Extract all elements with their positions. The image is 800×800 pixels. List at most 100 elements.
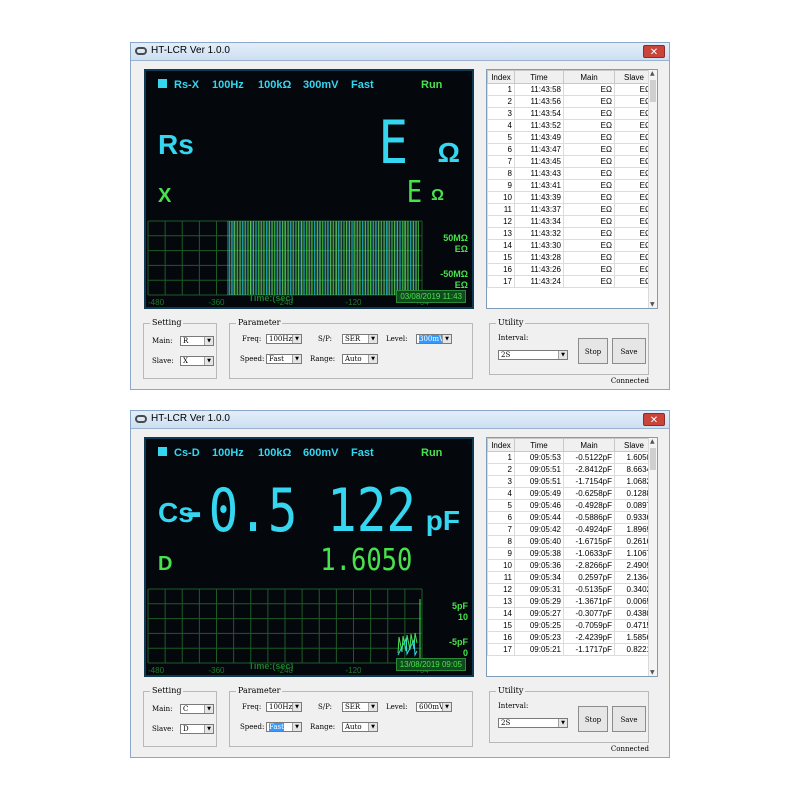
header-time[interactable]: Time (514, 438, 564, 452)
save-button[interactable]: Save (612, 706, 646, 732)
table-row[interactable]: 6 11:43:47 EΩ EΩ (487, 143, 654, 156)
table-scrollbar[interactable]: ▲ ▼ (648, 438, 657, 676)
table-row[interactable]: 16 11:43:26 EΩ EΩ (487, 263, 654, 276)
table-row[interactable]: 10 11:43:39 EΩ EΩ (487, 191, 654, 204)
table-row[interactable]: 12 11:43:34 EΩ EΩ (487, 215, 654, 228)
cell-time: 11:43:43 (514, 167, 564, 180)
table-row[interactable]: 7 09:05:42 -0.4924pF 1.8969 (487, 523, 654, 536)
data-table[interactable]: Index Time Main Slave 1 11:43:58 EΩ EΩ 2 11:4… (486, 69, 658, 309)
table-row[interactable]: 13 11:43:32 EΩ EΩ (487, 227, 654, 240)
cell-index: 1 (487, 83, 515, 96)
level-select[interactable]: 600mV ▼ (416, 702, 452, 712)
scroll-thumb[interactable] (650, 80, 656, 102)
scroll-up-icon[interactable]: ▲ (650, 70, 655, 77)
cell-main: EΩ (563, 167, 615, 180)
table-header-row: Index Time Main Slave (487, 70, 654, 84)
table-row[interactable]: 5 09:05:46 -0.4928pF 0.0897 (487, 499, 654, 512)
header-index[interactable]: Index (487, 438, 515, 452)
table-row[interactable]: 15 09:05:25 -0.7059pF 0.4715 (487, 619, 654, 632)
header-index[interactable]: Index (487, 70, 515, 84)
stop-button[interactable]: Stop (578, 706, 608, 732)
sp-select[interactable]: SER ▼ (342, 702, 378, 712)
level-select[interactable]: 300mV ▼ (416, 334, 452, 344)
speed-select[interactable]: Fast ▼ (266, 354, 302, 364)
table-row[interactable]: 12 09:05:31 -0.5135pF 0.3402 (487, 583, 654, 596)
range-select[interactable]: Auto ▼ (342, 722, 378, 732)
table-row[interactable]: 14 11:43:30 EΩ EΩ (487, 239, 654, 252)
table-row[interactable]: 7 11:43:45 EΩ EΩ (487, 155, 654, 168)
sp-select[interactable]: SER ▼ (342, 334, 378, 344)
cell-main: EΩ (563, 143, 615, 156)
table-row[interactable]: 15 11:43:28 EΩ EΩ (487, 251, 654, 264)
dropdown-arrow-icon: ▼ (368, 703, 377, 711)
cell-index: 15 (487, 619, 515, 632)
cell-main: -0.5886pF (563, 511, 615, 524)
table-row[interactable]: 8 11:43:43 EΩ EΩ (487, 167, 654, 180)
cell-main: -2.8266pF (563, 559, 615, 572)
table-row[interactable]: 1 09:05:53 -0.5122pF 1.6050 (487, 451, 654, 464)
slave-select[interactable]: X ▼ (180, 356, 214, 366)
table-row[interactable]: 4 09:05:49 -0.6258pF 0.1288 (487, 487, 654, 500)
table-row[interactable]: 6 09:05:44 -0.5886pF 0.9336 (487, 511, 654, 524)
table-row[interactable]: 9 11:43:41 EΩ EΩ (487, 179, 654, 192)
range-select[interactable]: Auto ▼ (342, 354, 378, 364)
dropdown-arrow-icon: ▼ (292, 335, 301, 343)
scroll-thumb[interactable] (650, 448, 656, 470)
close-icon[interactable]: ✕ (643, 45, 665, 58)
scroll-up-icon[interactable]: ▲ (650, 438, 655, 445)
table-row[interactable]: 10 09:05:36 -2.8266pF 2.4909 (487, 559, 654, 572)
scroll-down-icon[interactable]: ▼ (650, 301, 655, 308)
table-row[interactable]: 11 09:05:34 0.2597pF 2.1364 (487, 571, 654, 584)
cell-time: 11:43:56 (514, 95, 564, 108)
speed-select[interactable]: Fast ▼ (266, 722, 302, 732)
table-row[interactable]: 5 11:43:49 EΩ EΩ (487, 131, 654, 144)
freq-select[interactable]: 100Hz ▼ (266, 702, 302, 712)
table-row[interactable]: 3 11:43:54 EΩ EΩ (487, 107, 654, 120)
table-row[interactable]: 3 09:05:51 -1.7154pF 1.0682 (487, 475, 654, 488)
main-select[interactable]: C ▼ (180, 704, 214, 714)
cell-main: EΩ (563, 227, 615, 240)
data-table[interactable]: Index Time Main Slave 1 09:05:53 -0.5122pF… (486, 437, 658, 677)
cell-index: 3 (487, 475, 515, 488)
save-button[interactable]: Save (612, 338, 646, 364)
table-row[interactable]: 16 09:05:23 -2.4239pF 1.5856 (487, 631, 654, 644)
freq-select[interactable]: 100Hz ▼ (266, 334, 302, 344)
table-row[interactable]: 1 11:43:58 EΩ EΩ (487, 83, 654, 96)
table-row[interactable]: 9 09:05:38 -1.0633pF 1.1067 (487, 547, 654, 560)
graph-grid (147, 588, 423, 664)
header-main[interactable]: Main (563, 70, 615, 84)
interval-select[interactable]: 2S ▼ (498, 718, 568, 728)
table-scrollbar[interactable]: ▲ ▼ (648, 70, 657, 308)
table-row[interactable]: 17 11:43:24 EΩ EΩ (487, 275, 654, 288)
close-icon[interactable]: ✕ (643, 413, 665, 426)
table-row[interactable]: 11 11:43:37 EΩ EΩ (487, 203, 654, 216)
setting-group: Setting Main: R ▼ Slave: X ▼ (143, 318, 217, 379)
table-row[interactable]: 14 09:05:27 -0.3077pF 0.4380 (487, 607, 654, 620)
cell-index: 16 (487, 263, 515, 276)
table-row[interactable]: 8 09:05:40 -1.6715pF 0.2616 (487, 535, 654, 548)
cell-index: 11 (487, 571, 515, 584)
cell-main: 0.2597pF (563, 571, 615, 584)
cell-time: 11:43:30 (514, 239, 564, 252)
stop-button[interactable]: Stop (578, 338, 608, 364)
cell-time: 11:43:37 (514, 203, 564, 216)
interval-select[interactable]: 2S ▼ (498, 350, 568, 360)
cell-index: 12 (487, 583, 515, 596)
table-row[interactable]: 13 09:05:29 -1.3671pF 0.0065 (487, 595, 654, 608)
table-row[interactable]: 2 09:05:51 -2.8412pF 8.6634 (487, 463, 654, 476)
title-bar[interactable]: HT-LCR Ver 1.0.0 ✕ (131, 43, 669, 61)
cell-main: EΩ (563, 155, 615, 168)
table-row[interactable]: 4 11:43:52 EΩ EΩ (487, 119, 654, 132)
table-row[interactable]: 2 11:43:56 EΩ EΩ (487, 95, 654, 108)
scroll-down-icon[interactable]: ▼ (650, 669, 655, 676)
slave-select[interactable]: D ▼ (180, 724, 214, 734)
cell-time: 09:05:29 (514, 595, 564, 608)
dropdown-arrow-icon: ▼ (368, 355, 377, 363)
cell-index: 8 (487, 535, 515, 548)
table-row[interactable]: 17 09:05:21 -1.1717pF 0.8221 (487, 643, 654, 656)
cell-time: 09:05:42 (514, 523, 564, 536)
title-bar[interactable]: HT-LCR Ver 1.0.0 ✕ (131, 411, 669, 429)
header-time[interactable]: Time (514, 70, 564, 84)
main-select[interactable]: R ▼ (180, 336, 214, 346)
header-main[interactable]: Main (563, 438, 615, 452)
